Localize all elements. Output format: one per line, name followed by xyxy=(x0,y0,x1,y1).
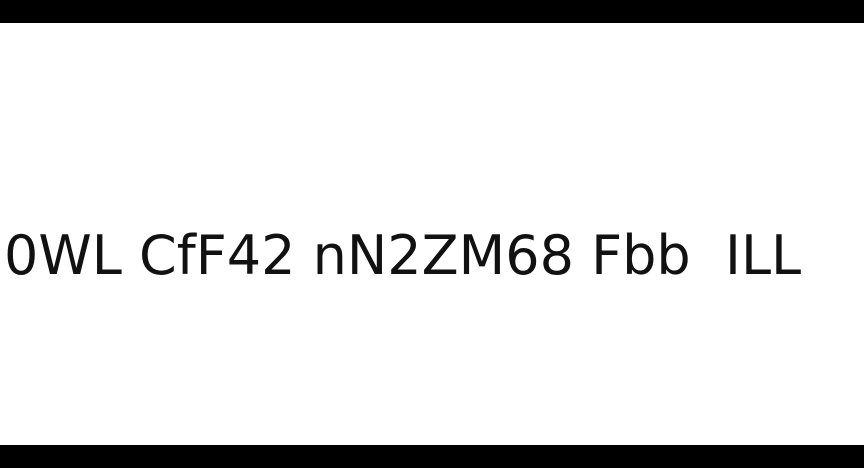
bottom-black-bar xyxy=(0,445,864,468)
top-black-bar xyxy=(0,0,864,23)
image-canvas: 0WL CfF42 nN2ZM68 Fbb ILL xyxy=(0,0,864,468)
text-line: 0WL CfF42 nN2ZM68 Fbb ILL xyxy=(4,224,802,287)
